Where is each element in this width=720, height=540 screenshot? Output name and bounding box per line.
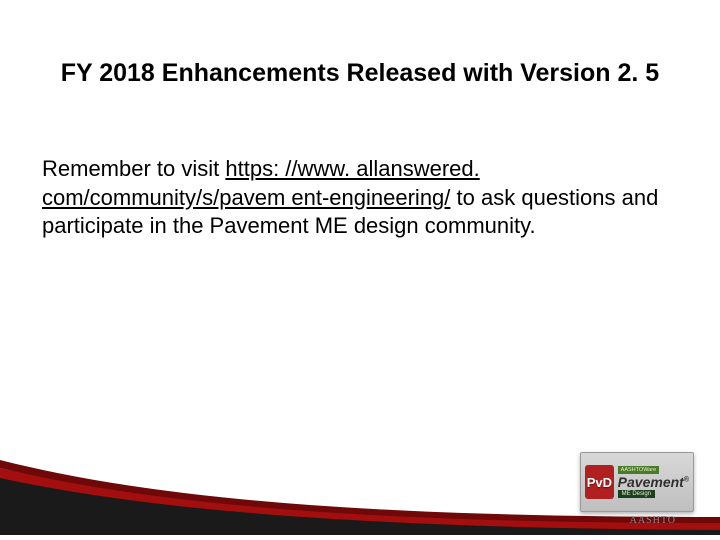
aashto-label: AASHTO bbox=[630, 515, 676, 526]
logo-sub-text: ME Design bbox=[618, 490, 655, 498]
logo-ware-text: AASHTOWare bbox=[618, 466, 659, 474]
logo-registered-mark: ® bbox=[684, 476, 689, 483]
logo-pavement-text: Pavement® bbox=[618, 475, 689, 489]
slide-body: Remember to visit https: //www. allanswe… bbox=[42, 155, 660, 241]
logo-pvd-icon: PvD bbox=[585, 465, 614, 499]
slide-title: FY 2018 Enhancements Released with Versi… bbox=[46, 58, 674, 89]
body-text-before: Remember to visit bbox=[42, 156, 225, 181]
pavement-me-logo: PvD AASHTOWare Pavement® ME Design bbox=[580, 452, 694, 512]
